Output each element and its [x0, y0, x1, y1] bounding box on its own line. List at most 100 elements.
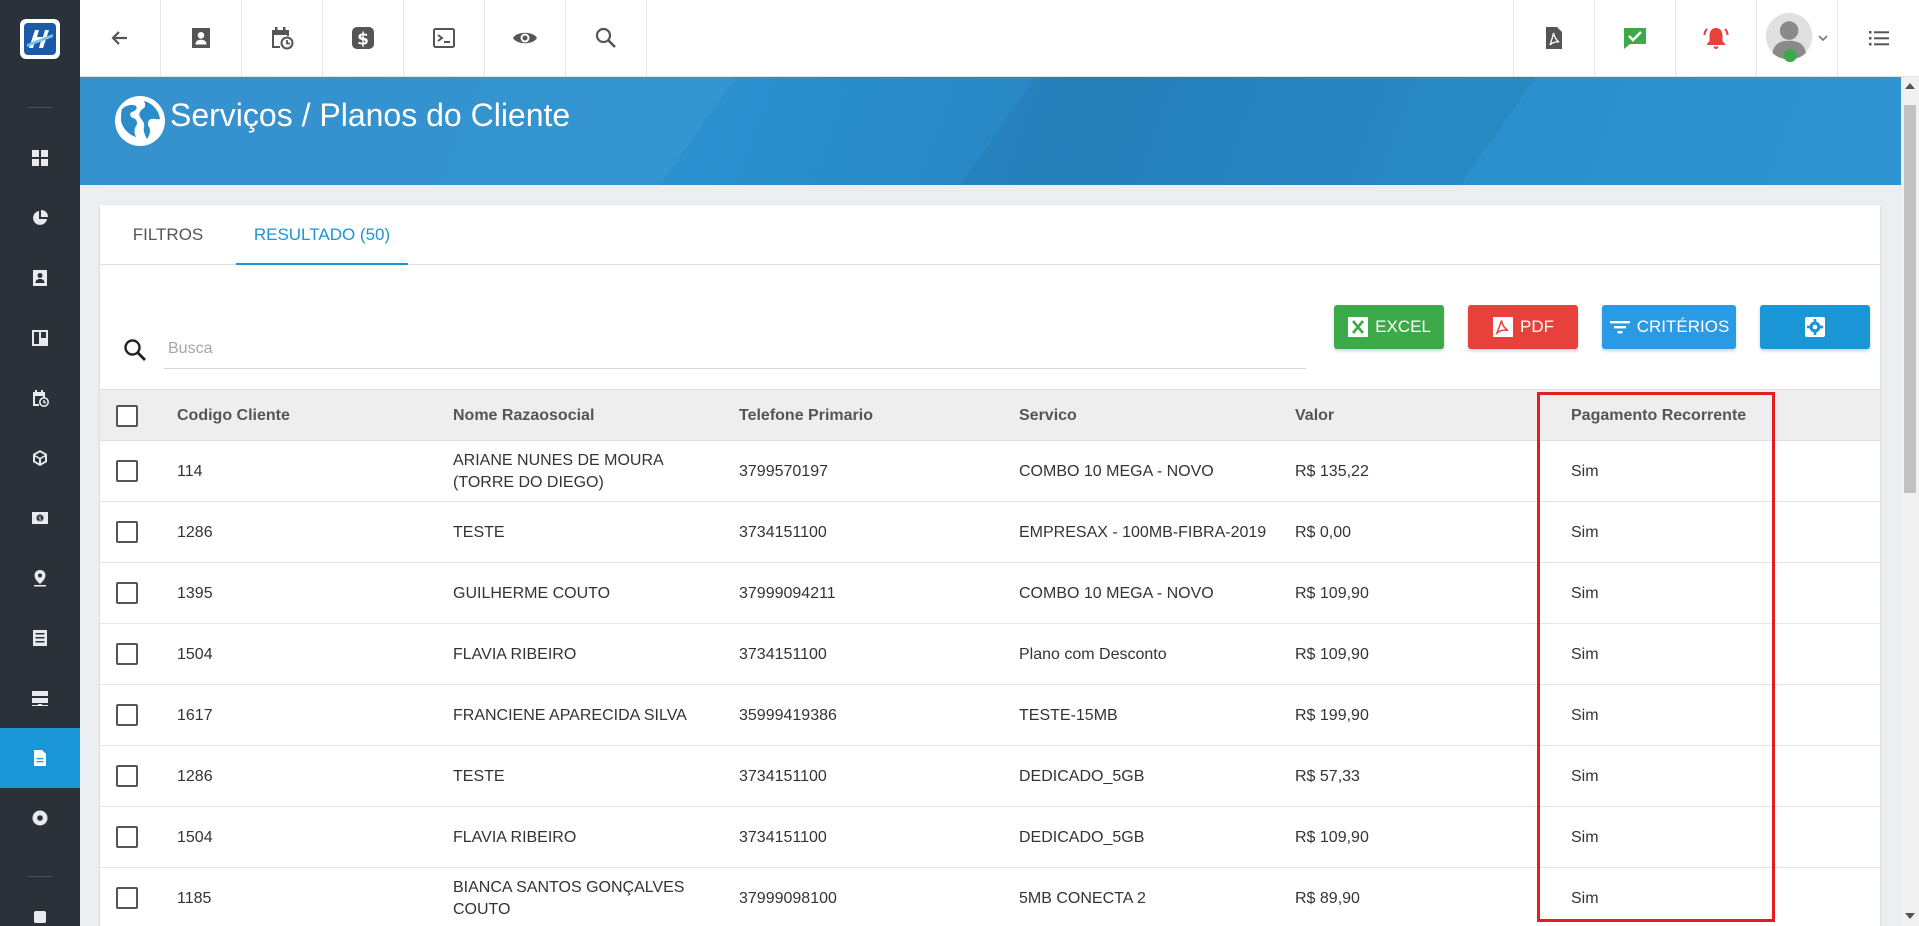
cell-nome: TESTE — [453, 523, 505, 541]
user-avatar-icon — [1765, 12, 1813, 63]
finance-button[interactable]: $ — [323, 0, 404, 76]
sidebar-item-dashboard[interactable] — [0, 128, 80, 188]
column-header[interactable]: Codigo Cliente — [177, 390, 290, 442]
table-row[interactable]: 1617 FRANCIENE APARECIDA SILVA 359994193… — [100, 685, 1880, 746]
cell-codigo: 1504 — [177, 828, 213, 846]
cell-servico: COMBO 10 MEGA - NOVO — [1019, 462, 1214, 480]
sidebar-item-map[interactable] — [0, 548, 80, 608]
sidebar-item-reports-chart[interactable] — [0, 188, 80, 248]
sidebar-divider — [28, 876, 52, 877]
page-header: Serviços / Planos do Cliente — [80, 77, 1901, 185]
sidebar-item-settings[interactable] — [0, 788, 80, 848]
column-header[interactable]: Nome Razaosocial — [453, 390, 594, 442]
row-checkbox[interactable] — [116, 460, 138, 482]
cell-valor: R$ 109,90 — [1295, 584, 1369, 602]
select-all-checkbox[interactable] — [116, 405, 138, 427]
terminal-button[interactable] — [404, 0, 485, 76]
column-header[interactable]: Pagamento Recorrente — [1571, 390, 1746, 442]
cell-pagamento: Sim — [1571, 523, 1599, 541]
cell-telefone: 37999094211 — [739, 584, 836, 602]
row-checkbox[interactable] — [116, 521, 138, 543]
user-menu-button[interactable] — [1756, 0, 1837, 76]
sidebar-item-records[interactable] — [0, 608, 80, 668]
cell-pagamento: Sim — [1571, 889, 1599, 907]
tab-bar: FILTROS RESULTADO (50) — [100, 205, 1880, 265]
table-row[interactable]: 1286 TESTE 3734151100 EMPRESAX - 100MB-F… — [100, 502, 1880, 563]
sidebar-divider — [28, 107, 52, 108]
sidebar-item-products[interactable] — [0, 428, 80, 488]
approve-button[interactable] — [1594, 0, 1675, 76]
pdf-button[interactable] — [1513, 0, 1594, 76]
table-row[interactable]: 1185 BIANCA SANTOS GONÇALVES COUTO 37999… — [100, 868, 1880, 926]
clients-button[interactable] — [161, 0, 242, 76]
scroll-up-arrow[interactable] — [1905, 83, 1915, 89]
table-row[interactable]: 114 ARIANE NUNES DE MOURA (TORRE DO DIEG… — [100, 441, 1880, 502]
sidebar-item-more[interactable] — [0, 900, 80, 926]
row-checkbox[interactable] — [116, 765, 138, 787]
cell-nome: ARIANE NUNES DE MOURA (TORRE DO DIEGO) — [453, 451, 663, 491]
kanban-icon — [32, 330, 48, 346]
page-scrollbar[interactable] — [1901, 77, 1919, 926]
cell-codigo: 1185 — [177, 889, 212, 907]
column-header[interactable]: Servico — [1019, 390, 1077, 442]
cell-nome: FLAVIA RIBEIRO — [453, 645, 577, 663]
cell-codigo: 1504 — [177, 645, 213, 663]
calendar-clock-icon — [33, 390, 49, 407]
export-excel-button[interactable]: EXCEL — [1334, 305, 1444, 349]
cell-valor: R$ 89,90 — [1295, 889, 1360, 907]
sidebar-item-schedule[interactable] — [0, 368, 80, 428]
cell-valor: R$ 109,90 — [1295, 828, 1369, 846]
cell-servico: 5MB CONECTA 2 — [1019, 889, 1146, 907]
cell-servico: Plano com Desconto — [1019, 645, 1167, 663]
cell-codigo: 114 — [177, 462, 203, 480]
sidebar-item-clients[interactable] — [0, 248, 80, 308]
row-checkbox[interactable] — [116, 643, 138, 665]
criteria-button[interactable]: CRITÉRIOS — [1602, 305, 1736, 349]
row-checkbox[interactable] — [116, 582, 138, 604]
cell-codigo: 1286 — [177, 523, 213, 541]
table-settings-button[interactable] — [1760, 305, 1870, 349]
cell-nome: GUILHERME COUTO — [453, 584, 611, 602]
table-row[interactable]: 1504 FLAVIA RIBEIRO 3734151100 Plano com… — [100, 624, 1880, 685]
cell-servico: TESTE-15MB — [1019, 706, 1118, 724]
search-input[interactable] — [164, 329, 1306, 369]
dollar-icon: $ — [352, 27, 374, 50]
column-header[interactable]: Telefone Primario — [739, 390, 873, 442]
view-button[interactable] — [485, 0, 566, 76]
app-logo[interactable] — [0, 0, 80, 77]
search-button[interactable] — [566, 0, 647, 76]
top-toolbar: $ — [80, 0, 1919, 77]
scroll-down-arrow[interactable] — [1905, 913, 1915, 919]
table-row[interactable]: 1504 FLAVIA RIBEIRO 3734151100 DEDICADO_… — [100, 807, 1880, 868]
column-header[interactable]: Valor — [1295, 390, 1334, 442]
cell-valor: R$ 109,90 — [1295, 645, 1369, 663]
sidebar-item-kanban[interactable] — [0, 308, 80, 368]
criteria-button-label: CRITÉRIOS — [1636, 317, 1730, 336]
row-checkbox[interactable] — [116, 826, 138, 848]
export-pdf-button[interactable]: PDF — [1468, 305, 1578, 349]
sidebar: $ — [0, 0, 80, 926]
tab-resultado[interactable]: RESULTADO (50) — [236, 205, 408, 265]
cell-valor: R$ 57,33 — [1295, 767, 1360, 785]
sidebar-item-network[interactable] — [0, 668, 80, 728]
menu-button[interactable] — [1837, 0, 1919, 76]
alarm-button[interactable] — [1675, 0, 1756, 76]
cell-pagamento: Sim — [1571, 828, 1599, 846]
row-checkbox[interactable] — [116, 704, 138, 726]
scroll-thumb[interactable] — [1904, 105, 1916, 493]
cell-servico: COMBO 10 MEGA - NOVO — [1019, 584, 1214, 602]
sidebar-item-finance[interactable]: $ — [0, 488, 80, 548]
dashboard-icon — [32, 150, 48, 166]
cell-pagamento: Sim — [1571, 706, 1599, 724]
sidebar-item-documents[interactable] — [0, 728, 80, 788]
schedule-button[interactable] — [242, 0, 323, 76]
server-icon — [32, 691, 48, 706]
svg-text:$: $ — [38, 516, 42, 523]
pdf-file-icon — [1493, 317, 1513, 337]
tab-filtros[interactable]: FILTROS — [100, 205, 236, 265]
calendar-clock-icon — [272, 27, 294, 50]
table-row[interactable]: 1286 TESTE 3734151100 DEDICADO_5GB R$ 57… — [100, 746, 1880, 807]
row-checkbox[interactable] — [116, 887, 138, 909]
table-row[interactable]: 1395 GUILHERME COUTO 37999094211 COMBO 1… — [100, 563, 1880, 624]
back-button[interactable] — [80, 0, 161, 76]
